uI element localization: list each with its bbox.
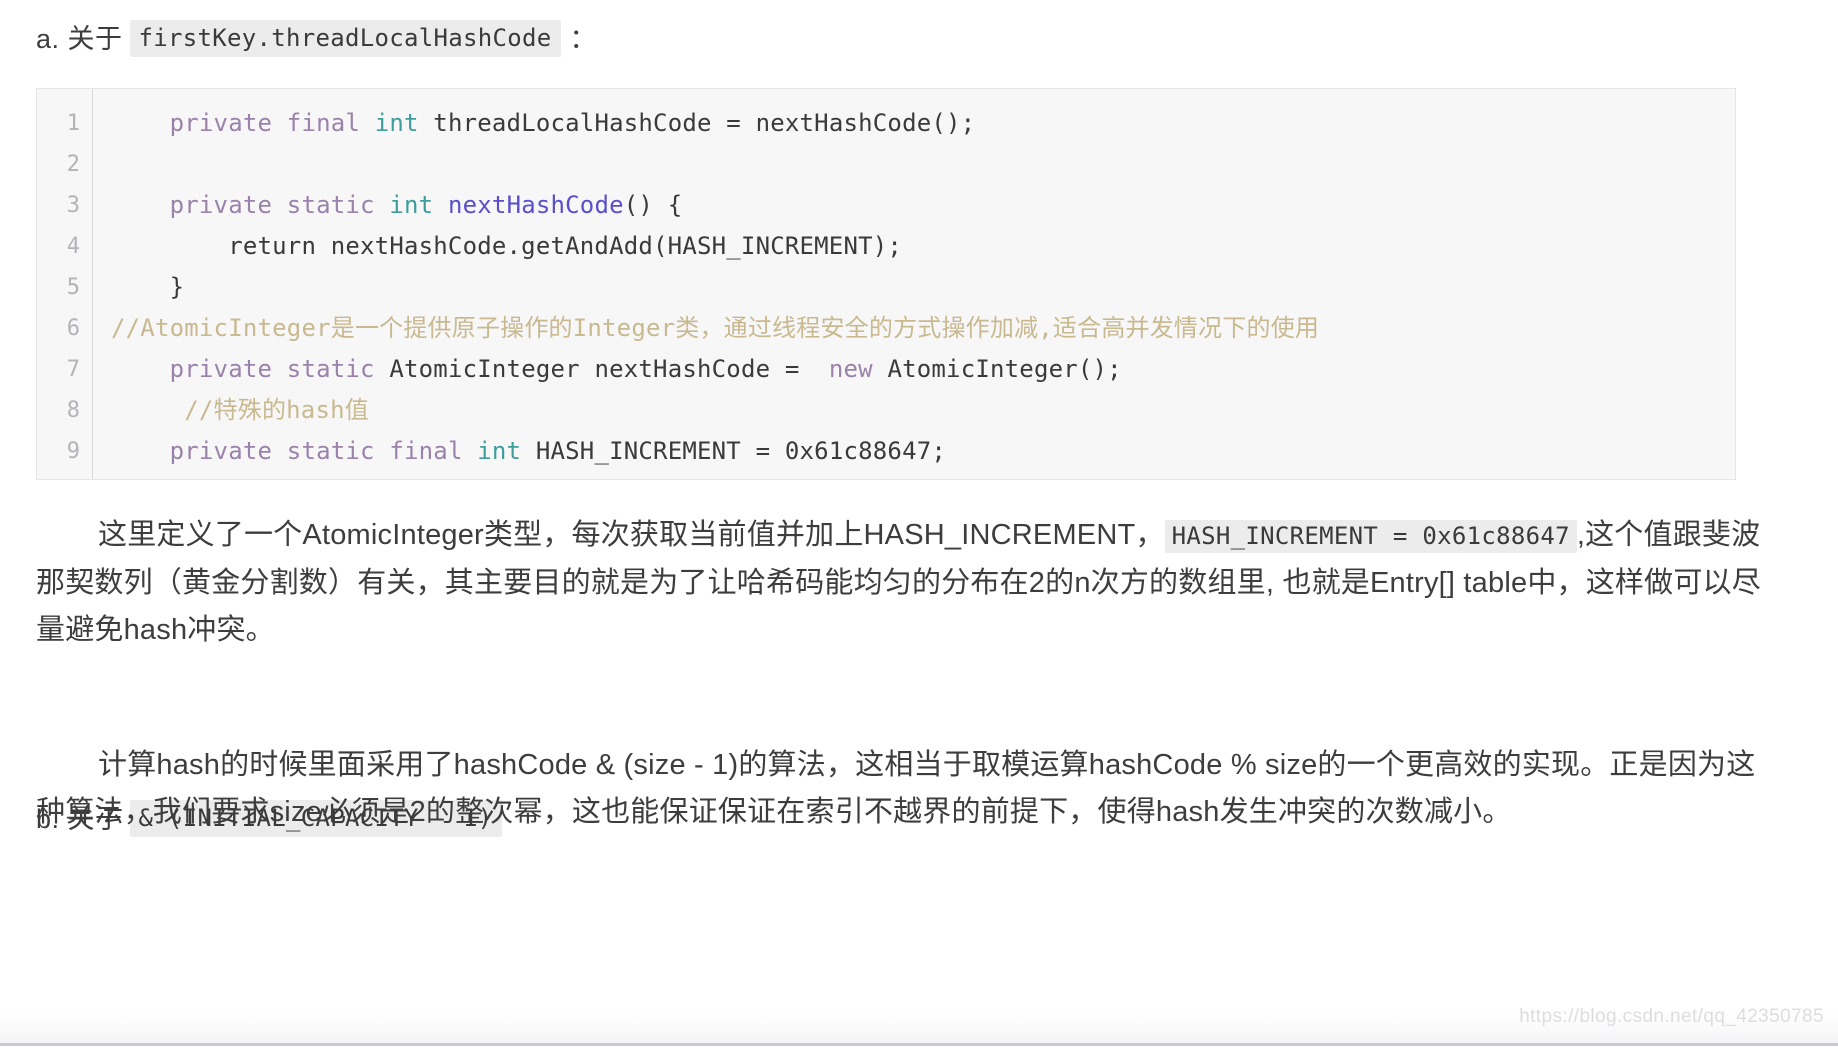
code-token-plain: threadLocalHashCode = nextHashCode();: [418, 109, 976, 137]
section-a-suffix: ：: [569, 23, 597, 54]
code-line: private final int threadLocalHashCode = …: [111, 103, 1735, 144]
watermark-url: https://blog.csdn.net/qq_42350785: [1519, 1006, 1824, 1027]
code-line-number: 9: [66, 439, 80, 464]
inline-code-chip-threadlocalhashcode: firstKey.threadLocalHashCode: [129, 20, 561, 57]
code-token-plain: AtomicInteger nextHashCode =: [389, 355, 829, 383]
code-line-number: 2: [66, 152, 80, 177]
code-line-number: 1: [66, 111, 80, 136]
code-token-keyword: private final: [169, 109, 375, 137]
bottom-divider: [0, 1043, 1838, 1046]
section-a-prefix: a. 关于: [36, 23, 123, 54]
code-token-type: int: [374, 109, 419, 137]
paragraph-hash-increment: 这里定义了一个AtomicInteger类型，每次获取当前值并加上HASH_IN…: [36, 512, 1766, 654]
code-gutter: 1 2 3 4 5 6 7 8 9: [37, 89, 93, 479]
code-token-type: int: [389, 191, 434, 219]
code-token-plain: }: [111, 273, 185, 301]
code-token-function: nextHashCode: [447, 191, 624, 219]
code-line: }: [111, 267, 1735, 308]
article-page: a. 关于 firstKey.threadLocalHashCode ： 1 2 3…: [0, 0, 1838, 1052]
code-line-number: 3: [66, 193, 80, 218]
paragraph-1-part-1: 这里定义了一个AtomicInteger类型，每次获取当前值并加上HASH_IN…: [98, 519, 1165, 551]
code-line: private static final int HASH_INCREMENT …: [111, 431, 1735, 472]
paragraph-initial-capacity: 计算hash的时候里面采用了hashCode & (size - 1)的算法，这…: [36, 742, 1766, 836]
code-line: //特殊的hash值: [111, 390, 1735, 431]
code-line-number: 7: [66, 357, 80, 382]
code-token-plain: AtomicInteger();: [872, 355, 1122, 383]
code-content: private final int threadLocalHashCode = …: [93, 89, 1735, 479]
code-line: private static int nextHashCode() {: [111, 185, 1735, 226]
code-line: return nextHashCode.getAndAdd(HASH_INCRE…: [111, 226, 1735, 267]
code-block: 1 2 3 4 5 6 7 8 9 private final int threadLocalH…: [36, 88, 1736, 480]
code-token-plain: return nextHashCode.getAndAdd(HASH_INCRE…: [111, 232, 903, 260]
code-token-plain: () {: [623, 191, 683, 219]
code-token-keyword: new: [828, 355, 873, 383]
code-token-keyword: private static: [169, 355, 390, 383]
code-line-number: 5: [66, 275, 80, 300]
code-line: private static AtomicInteger nextHashCod…: [111, 349, 1735, 390]
code-line-number: 8: [66, 398, 80, 423]
code-line: //AtomicInteger是一个提供原子操作的Integer类，通过线程安全…: [111, 308, 1735, 349]
code-token-plain: HASH_INCREMENT = 0x61c88647;: [521, 437, 947, 465]
code-token-comment: //AtomicInteger是一个提供原子操作的Integer类，通过线程安全…: [111, 314, 1320, 342]
inline-code-chip-hash-increment: HASH_INCREMENT = 0x61c88647: [1164, 520, 1577, 553]
code-line-number: 4: [66, 234, 80, 259]
code-line-number: 6: [66, 316, 80, 341]
code-token-keyword: private static: [169, 191, 390, 219]
paragraph-2-text: 计算hash的时候里面采用了hashCode & (size - 1)的算法，这…: [36, 749, 1756, 828]
section-heading-a: a. 关于 firstKey.threadLocalHashCode ：: [36, 20, 597, 57]
code-token-comment: //特殊的hash值: [111, 396, 369, 424]
code-token-type: int: [477, 437, 522, 465]
code-token-keyword: private static final: [169, 437, 478, 465]
